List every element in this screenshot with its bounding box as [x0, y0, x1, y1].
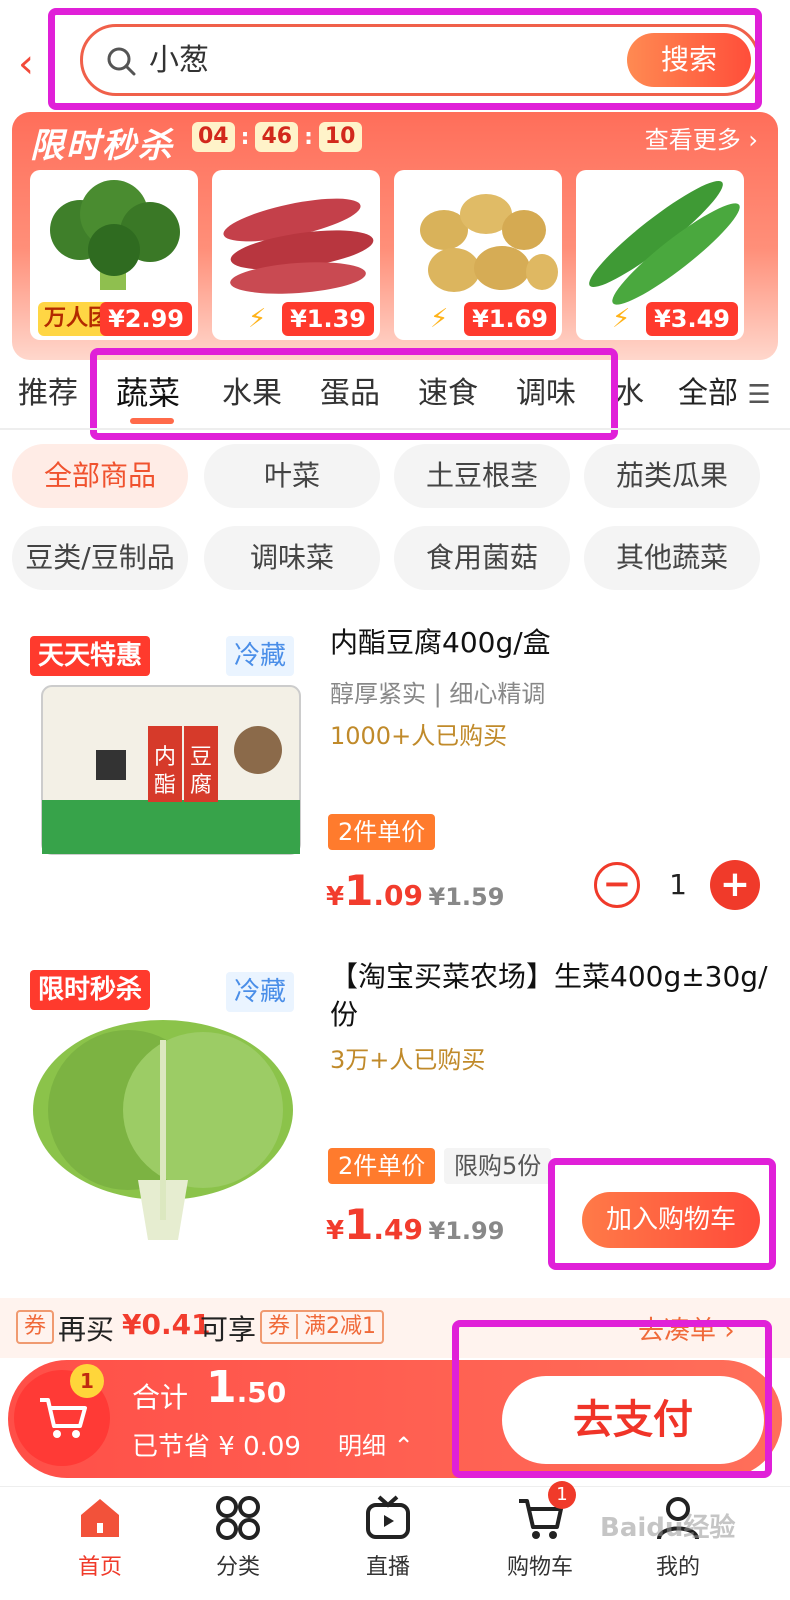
- original-price: ¥1.99: [428, 1217, 505, 1245]
- daily-deal-badge: 天天特惠: [30, 636, 151, 676]
- total-label: 合计: [132, 1381, 189, 1414]
- timer-hours: 04: [192, 122, 235, 152]
- svg-text:内: 内: [154, 745, 176, 770]
- coupon-text: 再买: [58, 1313, 115, 1346]
- live-icon: [366, 1495, 410, 1539]
- cart-icon: [40, 1398, 87, 1438]
- bolt-icon: ⚡: [612, 304, 631, 334]
- flash-item-broccoli[interactable]: 万人团 ¥2.99: [30, 170, 198, 340]
- nav-home[interactable]: 首页: [40, 1493, 160, 1581]
- back-icon[interactable]: ‹: [18, 42, 48, 86]
- chip-beans[interactable]: 豆类/豆制品: [12, 526, 188, 590]
- flash-price: ¥2.99: [100, 302, 192, 336]
- coupon-tag: 券: [16, 1310, 55, 1344]
- potato-image: [420, 194, 558, 292]
- flash-price: ¥1.69: [464, 302, 556, 336]
- timer-minutes: 46: [255, 122, 299, 152]
- nav-cart[interactable]: 购物车: [480, 1493, 600, 1581]
- flash-item-potato[interactable]: ⚡ ¥1.69: [394, 170, 562, 340]
- chip-other[interactable]: 其他蔬菜: [584, 526, 760, 590]
- coupon-text-2: 可享: [200, 1313, 257, 1346]
- cart-count-badge: 1: [70, 1364, 104, 1398]
- refrigerated-badge: 冷藏: [226, 972, 295, 1012]
- menu-icon: ☰: [747, 380, 771, 410]
- product-price: ¥1.49 ¥1.99: [326, 1200, 505, 1249]
- home-icon: [81, 1499, 119, 1537]
- svg-text:豆: 豆: [190, 745, 212, 770]
- total-amount: 1.50: [206, 1362, 287, 1413]
- flash-sale-panel: 限时秒杀 04: 46: 10 查看更多 › 万人团 ¥2.99 ⚡ ¥1.39…: [12, 112, 778, 360]
- search-highlight: [48, 8, 762, 110]
- tab-truncated[interactable]: 水: [614, 368, 644, 412]
- saved-amount: 已节省 ¥ 0.09: [132, 1432, 301, 1462]
- chip-all-products[interactable]: 全部商品: [12, 444, 188, 508]
- coupon-amount: ¥0.41: [122, 1308, 211, 1341]
- tab-recommend[interactable]: 推荐: [18, 368, 78, 412]
- flash-sale-badge: 限时秒杀: [30, 970, 151, 1010]
- coupon-offer-box: 券满2减1: [260, 1310, 385, 1344]
- nav-live[interactable]: 直播: [328, 1493, 448, 1581]
- purchase-limit-tag: 限购5份: [444, 1148, 552, 1184]
- tofu-image: 内 酯 豆 腐: [41, 685, 301, 855]
- svg-text:腐: 腐: [190, 773, 212, 798]
- product-subtitle: 醇厚紧实 | 细心精调: [330, 680, 546, 708]
- pay-highlight: [452, 1320, 772, 1478]
- product-title[interactable]: 内酯豆腐400g/盒: [330, 624, 770, 662]
- view-more-link[interactable]: 查看更多 ›: [645, 120, 758, 155]
- timer-seconds: 10: [318, 122, 362, 152]
- tabs-highlight: [90, 348, 618, 440]
- detail-toggle[interactable]: 明细 ⌃: [338, 1426, 414, 1461]
- decrease-quantity-button[interactable]: −: [594, 862, 640, 908]
- svg-text:酯: 酯: [154, 773, 176, 798]
- quantity-value[interactable]: 1: [666, 868, 690, 901]
- flash-price: ¥3.49: [646, 302, 738, 336]
- unit-price-tag: 2件单价: [328, 1148, 436, 1184]
- flash-item-bitter-melon[interactable]: ⚡ ¥3.49: [576, 170, 744, 340]
- lettuce-image: [33, 1020, 293, 1240]
- bolt-icon: ⚡: [430, 304, 449, 334]
- flash-price: ¥1.39: [282, 302, 374, 336]
- product-price: ¥1.09 ¥1.59: [326, 866, 505, 915]
- cart-nav-badge: 1: [548, 1481, 576, 1509]
- product-title[interactable]: 【淘宝买菜农场】生菜400g±30g/份: [330, 958, 770, 1034]
- flash-sale-title: 限时秒杀: [30, 126, 174, 166]
- tab-all-button[interactable]: 全部 ☰: [662, 368, 771, 412]
- bottom-nav: 首页 分类 直播 购物车 1 我的 Baidu经验: [0, 1481, 790, 1600]
- chip-seasoning-veg[interactable]: 调味菜: [204, 526, 380, 590]
- tab-all-label: 全部: [678, 376, 738, 411]
- bolt-icon: ⚡: [248, 304, 267, 334]
- chip-leafy[interactable]: 叶菜: [204, 444, 380, 508]
- watermark: Baidu经验: [600, 1513, 736, 1543]
- chip-root[interactable]: 土豆根茎: [394, 444, 570, 508]
- broccoli-image: [50, 180, 180, 290]
- increase-quantity-button[interactable]: +: [710, 860, 760, 910]
- original-price: ¥1.59: [428, 883, 505, 911]
- add-to-cart-highlight: [548, 1158, 776, 1270]
- unit-price-tag: 2件单价: [328, 814, 436, 850]
- chip-mushroom[interactable]: 食用菌菇: [394, 526, 570, 590]
- flash-item-sweet-potato[interactable]: ⚡ ¥1.39: [212, 170, 380, 340]
- chip-melon[interactable]: 茄类瓜果: [584, 444, 760, 508]
- tabs-divider: [0, 428, 790, 430]
- sold-count: 3万+人已购买: [330, 1046, 486, 1074]
- bitter-melon-image: [589, 180, 740, 305]
- sold-count: 1000+人已购买: [330, 722, 508, 750]
- countdown-timer: 04: 46: 10: [192, 122, 362, 152]
- category-icon: [216, 1496, 260, 1540]
- nav-category[interactable]: 分类: [178, 1493, 298, 1581]
- refrigerated-badge: 冷藏: [226, 636, 295, 676]
- sweet-potato-image: [223, 198, 374, 294]
